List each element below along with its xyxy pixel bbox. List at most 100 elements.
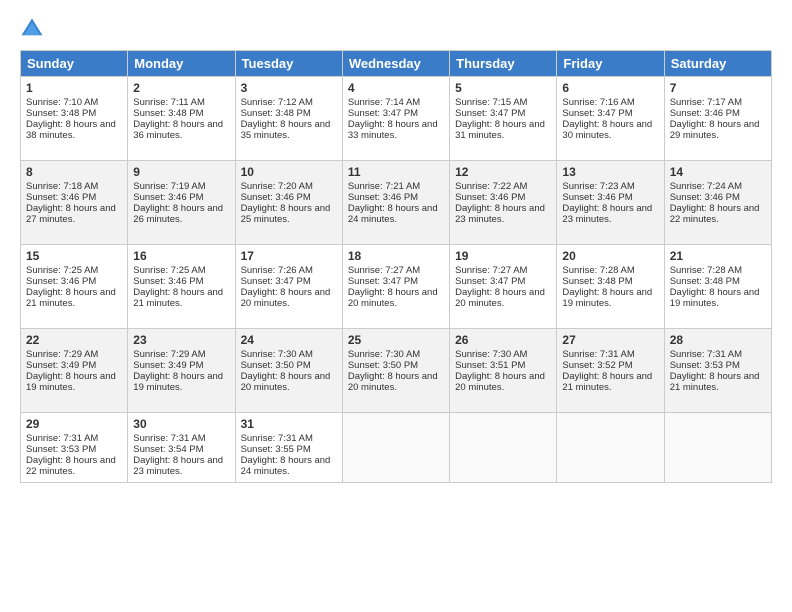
sunset-label: Sunset: 3:50 PM (241, 360, 311, 371)
calendar-day-header: Sunday (21, 51, 128, 77)
sunset-label: Sunset: 3:47 PM (348, 108, 418, 119)
day-number: 16 (133, 249, 229, 263)
calendar-day-cell: 6 Sunrise: 7:16 AMSunset: 3:47 PMDaylight… (557, 77, 664, 161)
sunrise-label: Sunrise: 7:30 AM (348, 349, 420, 360)
calendar-header-row: SundayMondayTuesdayWednesdayThursdayFrid… (21, 51, 772, 77)
daylight-label: Daylight: 8 hours and 21 minutes. (562, 371, 652, 393)
sunrise-label: Sunrise: 7:30 AM (241, 349, 313, 360)
day-number: 21 (670, 249, 766, 263)
sunset-label: Sunset: 3:48 PM (670, 276, 740, 287)
calendar-day-cell: 20Sunrise: 7:28 AMSunset: 3:48 PMDayligh… (557, 245, 664, 329)
calendar-day-cell: 21Sunrise: 7:28 AMSunset: 3:48 PMDayligh… (664, 245, 771, 329)
day-number: 23 (133, 333, 229, 347)
day-number: 11 (348, 165, 444, 179)
calendar-day-cell: 13Sunrise: 7:23 AMSunset: 3:46 PMDayligh… (557, 161, 664, 245)
sunset-label: Sunset: 3:46 PM (133, 192, 203, 203)
daylight-label: Daylight: 8 hours and 23 minutes. (133, 455, 223, 477)
sunset-label: Sunset: 3:46 PM (348, 192, 418, 203)
daylight-label: Daylight: 8 hours and 31 minutes. (455, 119, 545, 141)
calendar-day-header: Friday (557, 51, 664, 77)
calendar-day-header: Thursday (450, 51, 557, 77)
daylight-label: Daylight: 8 hours and 19 minutes. (670, 287, 760, 309)
calendar-day-cell: 28Sunrise: 7:31 AMSunset: 3:53 PMDayligh… (664, 329, 771, 413)
daylight-label: Daylight: 8 hours and 21 minutes. (133, 287, 223, 309)
calendar-week-row: 1 Sunrise: 7:10 AMSunset: 3:48 PM Daylight… (21, 77, 772, 161)
daylight-label: Daylight: 8 hours and 26 minutes. (133, 203, 223, 225)
calendar-day-cell: 12Sunrise: 7:22 AMSunset: 3:46 PMDayligh… (450, 161, 557, 245)
day-number: 26 (455, 333, 551, 347)
day-number: 25 (348, 333, 444, 347)
sunset-label: Sunset: 3:46 PM (241, 192, 311, 203)
sunrise-label: Sunrise: 7:28 AM (562, 265, 634, 276)
day-number: 31 (241, 417, 337, 431)
calendar-day-cell: 4Sunrise: 7:14 AMSunset: 3:47 PMDaylight… (342, 77, 449, 161)
calendar-day-cell: 27 Sunrise: 7:31 AMSunset: 3:52 PMDayligh… (557, 329, 664, 413)
sunrise-label: Sunrise: 7:31 AM (133, 433, 205, 444)
calendar-day-cell: 29Sunrise: 7:31 AMSunset: 3:53 PMDayligh… (21, 413, 128, 483)
sunrise-label: Sunrise: 7:27 AM (348, 265, 420, 276)
day-number: 15 (26, 249, 122, 263)
daylight-label: Daylight: 8 hours and 30 minutes. (562, 119, 652, 141)
day-number: 19 (455, 249, 551, 263)
calendar-day-cell: 19Sunrise: 7:27 AMSunset: 3:47 PMDayligh… (450, 245, 557, 329)
sunrise-label: Sunrise: 7:24 AM (670, 181, 742, 192)
day-number: 28 (670, 333, 766, 347)
sunset-label: Sunset: 3:46 PM (133, 276, 203, 287)
calendar-day-header: Wednesday (342, 51, 449, 77)
calendar-week-row: 22Sunrise: 7:29 AMSunset: 3:49 PMDayligh… (21, 329, 772, 413)
sunrise-label: Sunrise: 7:31 AM (562, 349, 634, 360)
daylight-label: Daylight: 8 hours and 19 minutes. (562, 287, 652, 309)
sunset-label: Sunset: 3:46 PM (455, 192, 525, 203)
day-number: 14 (670, 165, 766, 179)
day-number: 4 (348, 81, 444, 95)
sunrise-label: Sunrise: 7:16 AM (562, 97, 634, 108)
calendar-day-cell (557, 413, 664, 483)
sunrise-label: Sunrise: 7:19 AM (133, 181, 205, 192)
sunrise-label: Sunrise: 7:31 AM (26, 433, 98, 444)
calendar-day-header: Monday (128, 51, 235, 77)
sunset-label: Sunset: 3:48 PM (26, 108, 96, 119)
sunset-label: Sunset: 3:52 PM (562, 360, 632, 371)
sunrise-label: Sunrise: 7:22 AM (455, 181, 527, 192)
day-number: 8 (26, 165, 122, 179)
day-number: 27 (562, 333, 658, 347)
calendar-day-cell: 10Sunrise: 7:20 AMSunset: 3:46 PMDayligh… (235, 161, 342, 245)
day-number: 3 (241, 81, 337, 95)
calendar-table: SundayMondayTuesdayWednesdayThursdayFrid… (20, 50, 772, 483)
day-number: 29 (26, 417, 122, 431)
sunrise-label: Sunrise: 7:10 AM (26, 97, 98, 108)
calendar-day-cell: 16Sunrise: 7:25 AMSunset: 3:46 PMDayligh… (128, 245, 235, 329)
calendar-day-header: Tuesday (235, 51, 342, 77)
daylight-label: Daylight: 8 hours and 22 minutes. (670, 203, 760, 225)
day-number: 2 (133, 81, 229, 95)
sunset-label: Sunset: 3:46 PM (26, 276, 96, 287)
sunset-label: Sunset: 3:48 PM (562, 276, 632, 287)
sunrise-label: Sunrise: 7:31 AM (670, 349, 742, 360)
sunset-label: Sunset: 3:50 PM (348, 360, 418, 371)
daylight-label: Daylight: 8 hours and 24 minutes. (348, 203, 438, 225)
daylight-label: Daylight: 8 hours and 20 minutes. (348, 371, 438, 393)
daylight-label: Daylight: 8 hours and 19 minutes. (26, 371, 116, 393)
logo-icon (20, 16, 44, 40)
day-number: 30 (133, 417, 229, 431)
calendar-day-cell: 2Sunrise: 7:11 AMSunset: 3:48 PMDaylight… (128, 77, 235, 161)
day-number: 7 (670, 81, 766, 95)
calendar-week-row: 29Sunrise: 7:31 AMSunset: 3:53 PMDayligh… (21, 413, 772, 483)
calendar-day-cell: 1Sunrise: 7:10 AMSunset: 3:48 PMDaylight… (21, 77, 128, 161)
sunset-label: Sunset: 3:47 PM (562, 108, 632, 119)
sunset-label: Sunset: 3:46 PM (670, 192, 740, 203)
day-number: 1 (26, 81, 122, 95)
daylight-label: Daylight: 8 hours and 22 minutes. (26, 455, 116, 477)
daylight-label: Daylight: 8 hours and 19 minutes. (133, 371, 223, 393)
sunrise-label: Sunrise: 7:18 AM (26, 181, 98, 192)
day-number: 6 (562, 81, 658, 95)
calendar-day-cell (664, 413, 771, 483)
day-number: 10 (241, 165, 337, 179)
sunrise-label: Sunrise: 7:21 AM (348, 181, 420, 192)
calendar-day-cell (450, 413, 557, 483)
calendar-day-cell: 14 Sunrise: 7:24 AMSunset: 3:46 PMDayligh… (664, 161, 771, 245)
sunset-label: Sunset: 3:51 PM (455, 360, 525, 371)
day-number: 13 (562, 165, 658, 179)
logo (20, 16, 48, 40)
calendar-day-cell: 26Sunrise: 7:30 AMSunset: 3:51 PMDayligh… (450, 329, 557, 413)
